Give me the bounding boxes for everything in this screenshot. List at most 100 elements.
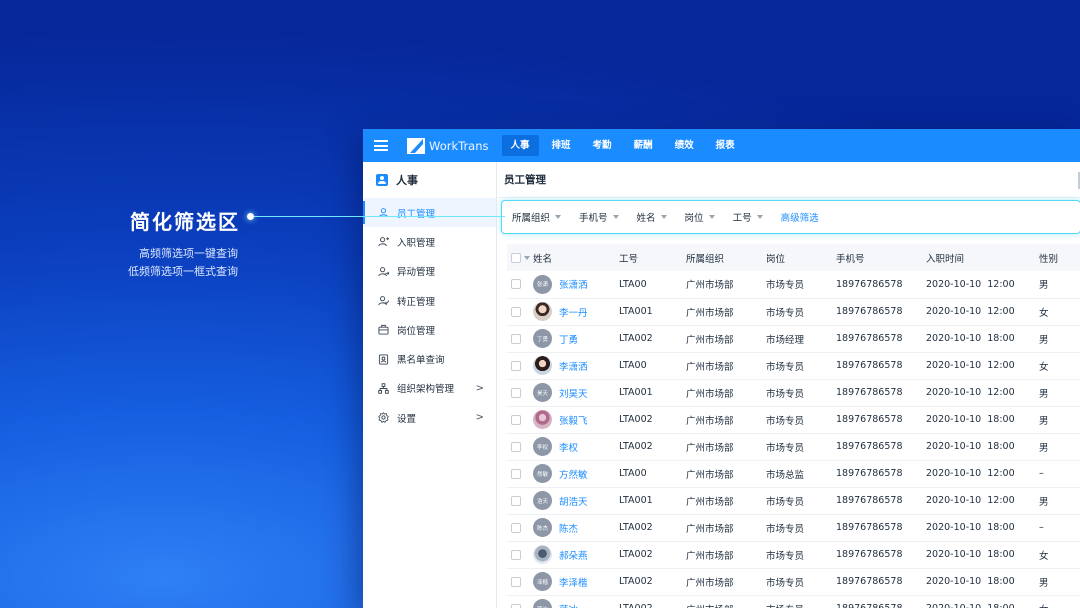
sidebar-section-title: 人事 [363, 162, 496, 198]
join-time: 12:00 [987, 360, 1015, 371]
row-checkbox[interactable] [511, 441, 521, 452]
org-cell: 广州市场部 [682, 514, 762, 542]
row-checkbox[interactable] [511, 549, 521, 560]
table-row[interactable]: 然敏 方然敏 LTA00 广州市场部 市场总监 18976786578 2020-10-10… [507, 460, 1080, 488]
row-checkbox[interactable] [511, 495, 521, 506]
advanced-filter-link[interactable]: 高级筛选 [781, 210, 819, 224]
employee-name-link[interactable]: 郝朵燕 [559, 548, 588, 562]
row-select-cell[interactable] [507, 433, 529, 461]
row-checkbox[interactable] [511, 468, 521, 479]
tab-payroll[interactable]: 薪酬 [625, 135, 662, 156]
tab-scheduling[interactable]: 排班 [543, 135, 580, 156]
row-checkbox[interactable] [511, 333, 521, 344]
employee-name-link[interactable]: 李权 [559, 440, 578, 454]
row-select-cell[interactable] [507, 514, 529, 542]
employee-name-link[interactable]: 李一丹 [559, 305, 588, 319]
row-select-cell[interactable] [507, 568, 529, 596]
tab-attendance[interactable]: 考勤 [584, 135, 621, 156]
row-checkbox[interactable] [511, 576, 521, 587]
sidebar-item-positions[interactable]: 岗位管理 [363, 315, 496, 344]
filter-name[interactable]: 姓名 [637, 210, 667, 224]
employee-name-link[interactable]: 方然敏 [559, 467, 588, 481]
filter-organization[interactable]: 所属组织 [512, 210, 562, 224]
employee-name-link[interactable]: 范冰 [559, 602, 578, 608]
row-checkbox[interactable] [511, 360, 521, 371]
row-checkbox[interactable] [511, 414, 521, 425]
filter-employee-id[interactable]: 工号 [733, 210, 763, 224]
join-date: 2020-10-10 [926, 495, 982, 506]
join-time: 12:00 [987, 495, 1015, 506]
column-header-position[interactable]: 岗位 [762, 244, 832, 271]
tab-reports[interactable]: 报表 [707, 135, 744, 156]
table-row[interactable]: 张潇 张潇洒 LTA00 广州市场部 市场专员 18976786578 2020-10-10… [507, 271, 1080, 299]
column-header-name[interactable]: 姓名 [529, 244, 615, 271]
table-row[interactable]: 郝朵燕 LTA002 广州市场部 市场专员 18976786578 2020-10-10 … [507, 541, 1080, 569]
row-checkbox[interactable] [511, 306, 521, 317]
sidebar-item-onboarding[interactable]: 入职管理 [363, 227, 496, 256]
sidebar-item-transfer[interactable]: 异动管理 [363, 257, 496, 286]
name-cell: 丁勇 丁勇 [529, 325, 615, 353]
employee-name-link[interactable]: 刘昊天 [559, 386, 588, 400]
table-row[interactable]: 丁勇 丁勇 LTA002 广州市场部 市场经理 18976786578 2020-10-10… [507, 325, 1080, 353]
tab-hr[interactable]: 人事 [501, 135, 539, 156]
table-row[interactable]: 浩天 胡浩天 LTA001 广州市场部 市场专员 18976786578 2020-10-1… [507, 487, 1080, 515]
employee-id-cell: LTA001 [615, 379, 682, 407]
employee-id-cell: LTA00 [615, 271, 682, 299]
row-checkbox[interactable] [511, 522, 521, 533]
table-row[interactable]: 泽楷 李泽楷 LTA002 广州市场部 市场专员 18976786578 2020-10-1… [507, 568, 1080, 596]
row-select-cell[interactable] [507, 352, 529, 380]
caret-down-icon[interactable] [524, 255, 530, 260]
filter-phone[interactable]: 手机号 [579, 210, 619, 224]
row-select-cell[interactable] [507, 595, 529, 608]
employee-name-link[interactable]: 丁勇 [559, 332, 578, 346]
name-cell: 郝朵燕 [529, 541, 615, 569]
sidebar-item-settings[interactable]: 设置 > [363, 403, 496, 432]
gear-icon [377, 412, 389, 424]
tab-performance[interactable]: 绩效 [666, 135, 703, 156]
app-logo[interactable]: WorkTrans [407, 137, 489, 154]
row-checkbox[interactable] [511, 387, 521, 398]
table-row[interactable]: 张毅飞 LTA002 广州市场部 市场专员 18976786578 2020-10-10 … [507, 406, 1080, 434]
column-header-join-time[interactable]: 入职时间 [922, 244, 1035, 271]
app-window: WorkTrans 人事 排班 考勤 薪酬 绩效 报表 人事 员工管理 入职管理… [363, 129, 1080, 608]
row-select-cell[interactable] [507, 325, 529, 353]
employee-id-cell: LTA002 [615, 541, 682, 569]
column-header-org[interactable]: 所属组织 [682, 244, 762, 271]
employee-name-link[interactable]: 李潇洒 [559, 359, 588, 373]
sidebar-item-org-structure[interactable]: 组织架构管理 > [363, 374, 496, 403]
row-select-cell[interactable] [507, 379, 529, 407]
select-all-cell[interactable] [507, 244, 530, 271]
row-select-cell[interactable] [507, 487, 529, 515]
table-row[interactable]: 范冰范冰LTA002广州市场部市场专员189767865782020-10-10… [507, 595, 1080, 608]
table-row[interactable]: 李一丹 LTA001 广州市场部 市场专员 18976786578 2020-10-10 … [507, 298, 1080, 326]
org-cell: 广州市场部 [682, 460, 762, 488]
row-select-cell[interactable] [507, 298, 529, 326]
table-row[interactable]: 李潇洒 LTA00 广州市场部 市场专员 18976786578 2020-10-10 1… [507, 352, 1080, 380]
employee-name-link[interactable]: 胡浩天 [559, 494, 588, 508]
table-row[interactable]: 昊天 刘昊天 LTA001 广州市场部 市场专员 18976786578 2020-10-1… [507, 379, 1080, 407]
row-checkbox[interactable] [511, 279, 521, 290]
sidebar-item-blacklist[interactable]: 黑名单查询 [363, 344, 496, 373]
row-select-cell[interactable] [507, 406, 529, 434]
employee-name-link[interactable]: 张潇洒 [559, 277, 588, 291]
sidebar-item-regularization[interactable]: 转正管理 [363, 286, 496, 315]
employee-name-link[interactable]: 张毅飞 [559, 413, 588, 427]
gender-cell: 女 [1035, 541, 1080, 569]
row-checkbox[interactable] [511, 603, 521, 608]
column-header-id[interactable]: 工号 [615, 244, 682, 271]
sidebar-item-label: 岗位管理 [397, 325, 436, 337]
table-row[interactable]: 陈杰 陈杰 LTA002 广州市场部 市场专员 18976786578 2020-10-10… [507, 514, 1080, 542]
sidebar-item-employee-management[interactable]: 员工管理 [363, 198, 496, 228]
join-time: 12:00 [987, 387, 1015, 398]
column-header-phone[interactable]: 手机号 [832, 244, 922, 271]
column-header-gender[interactable]: 性别 [1035, 244, 1080, 271]
employee-name-link[interactable]: 陈杰 [559, 521, 578, 535]
table-row[interactable]: 李权 李权 LTA002 广州市场部 市场专员 18976786578 2020-10-10… [507, 433, 1080, 461]
hamburger-icon[interactable] [374, 140, 388, 151]
row-select-cell[interactable] [507, 541, 529, 569]
employee-name-link[interactable]: 李泽楷 [559, 575, 588, 589]
row-select-cell[interactable] [507, 460, 529, 488]
filter-position[interactable]: 岗位 [685, 210, 715, 224]
row-select-cell[interactable] [507, 271, 529, 299]
select-all-checkbox[interactable] [511, 252, 521, 263]
